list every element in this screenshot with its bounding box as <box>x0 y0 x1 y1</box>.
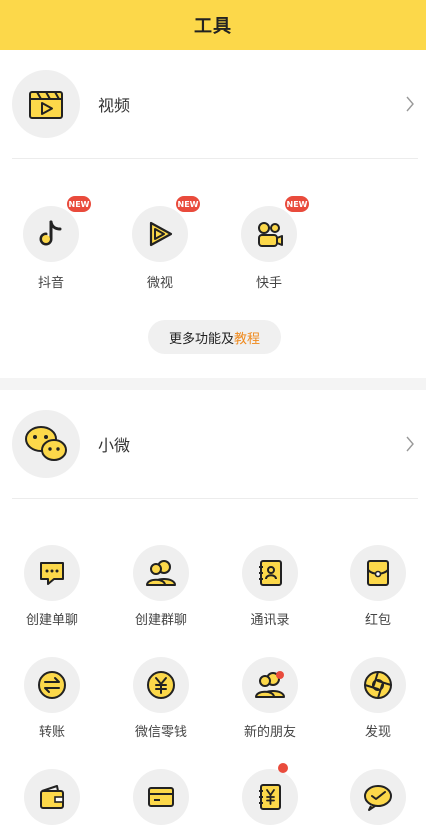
discover-icon <box>364 671 392 699</box>
video-clapper-icon <box>12 70 80 138</box>
wallet-icon <box>40 785 64 809</box>
wallet[interactable] <box>2 769 102 825</box>
more-features-label: 更多功能及 <box>168 331 234 347</box>
wechat-icon <box>12 410 80 478</box>
contacts-icon <box>259 560 282 586</box>
wechat-tools-card: 小微 创建单聊 创建群聊 通讯录 红包 转账 微信零钱 新的朋友 发现 <box>0 390 426 833</box>
group-chat-icon <box>146 560 176 586</box>
page-title: 工具 <box>194 16 232 37</box>
wallet-change[interactable]: 微信零钱 <box>111 657 211 740</box>
tutorial-link[interactable]: 教程 <box>234 328 260 347</box>
section-divider <box>12 498 418 499</box>
app-label: 抖音 <box>37 276 64 291</box>
grid-label: 转账 <box>38 725 65 740</box>
app-label: 快手 <box>255 276 282 291</box>
new-badge: NEW <box>65 194 93 214</box>
app-header: 工具 <box>0 0 426 50</box>
moments-icon <box>364 785 392 811</box>
grid-label: 创建群聊 <box>134 613 187 628</box>
new-friends[interactable]: 新的朋友 <box>220 657 320 740</box>
bill-icon <box>259 784 281 810</box>
transfer[interactable]: 转账 <box>2 657 102 740</box>
grid-label: 新的朋友 <box>243 725 296 740</box>
transfer-icon <box>38 671 66 699</box>
weishi-icon <box>149 221 173 247</box>
contacts[interactable]: 通讯录 <box>220 545 320 628</box>
douyin-icon <box>39 220 62 246</box>
moments[interactable] <box>328 769 426 825</box>
wechat-section-row[interactable]: 小微 <box>0 390 426 498</box>
single-chat-icon <box>40 562 64 585</box>
app-label: 微视 <box>146 276 173 291</box>
more-features-button[interactable]: 更多功能及 教程 <box>148 320 281 354</box>
discover[interactable]: 发现 <box>328 657 426 740</box>
app-kuaishou[interactable]: NEW 快手 <box>224 194 314 291</box>
red-packet[interactable]: 红包 <box>328 545 426 628</box>
card-icon <box>148 787 174 807</box>
wallet-change-icon <box>147 671 175 699</box>
new-friends-icon <box>255 671 285 698</box>
grid-label: 发现 <box>364 725 391 740</box>
new-badge: NEW <box>283 194 311 214</box>
card[interactable] <box>111 769 211 825</box>
grid-label: 创建单聊 <box>25 613 78 628</box>
kuaishou-icon <box>258 222 283 247</box>
red-packet-icon <box>367 560 389 586</box>
app-weishi[interactable]: NEW 微视 <box>115 194 205 291</box>
video-section-title: 视频 <box>98 96 131 115</box>
bill[interactable] <box>220 763 320 825</box>
create-group-chat[interactable]: 创建群聊 <box>111 545 211 628</box>
chevron-right-icon <box>406 96 414 112</box>
section-divider <box>12 158 418 159</box>
video-tools-card: 视频 NEW 抖音 NEW 微视 NEW 快手 更多功能及 教程 <box>0 50 426 378</box>
app-douyin[interactable]: NEW 抖音 <box>6 194 96 291</box>
chevron-right-icon <box>406 436 414 452</box>
grid-label: 微信零钱 <box>134 725 187 740</box>
video-section-row[interactable]: 视频 <box>0 50 426 158</box>
grid-label: 红包 <box>364 613 391 628</box>
grid-label: 通讯录 <box>250 613 290 628</box>
new-badge: NEW <box>174 194 202 214</box>
create-single-chat[interactable]: 创建单聊 <box>2 545 102 628</box>
notification-dot <box>278 763 288 773</box>
wechat-section-title: 小微 <box>98 436 131 455</box>
